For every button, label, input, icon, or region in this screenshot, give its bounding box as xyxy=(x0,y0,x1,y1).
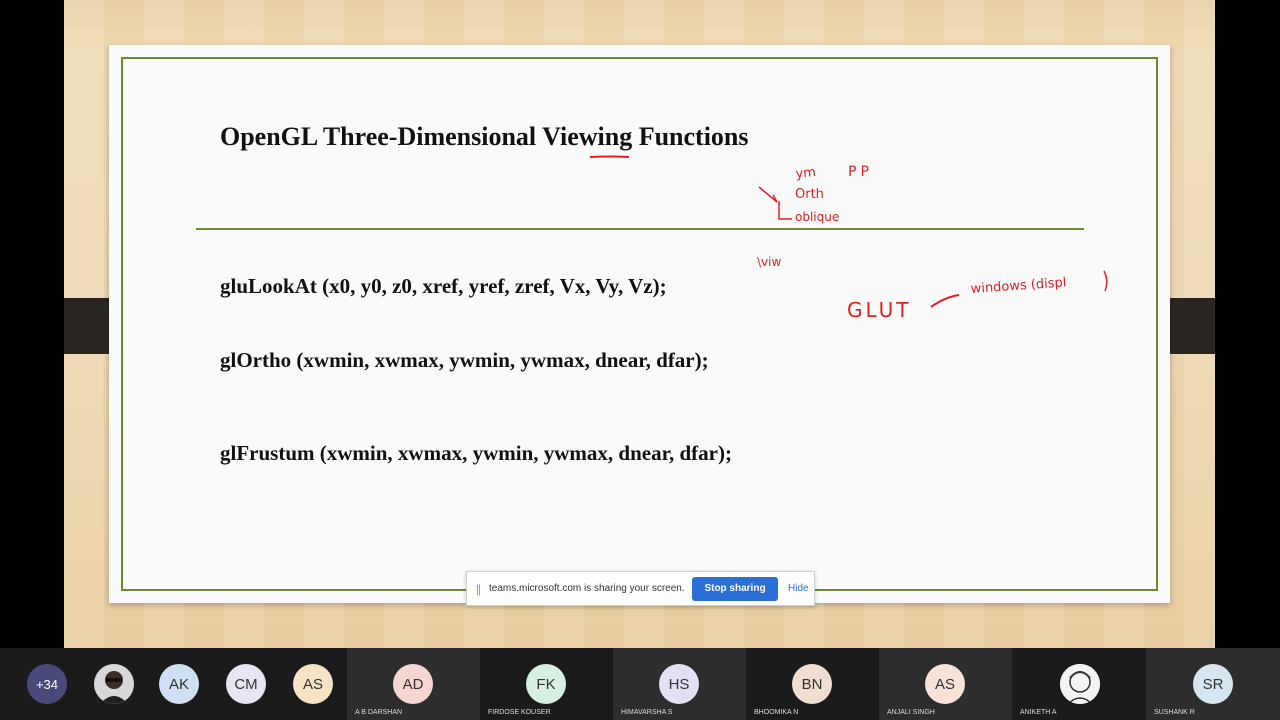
shared-screen: OpenGL Three-Dimensional Viewing Functio… xyxy=(0,0,1280,648)
participant-name: ANJALI SINGH xyxy=(887,709,935,716)
participant-tile-sr[interactable]: SR SUSHANK R xyxy=(1146,648,1280,720)
participant-tile-fk[interactable]: FK FIRDOSE KOUSER xyxy=(480,648,613,720)
participant-tile-bn[interactable]: BN BHOOMIKA N xyxy=(746,648,879,720)
presentation-slide: OpenGL Three-Dimensional Viewing Functio… xyxy=(109,45,1170,603)
avatar-sr: SR xyxy=(1193,664,1233,704)
avatar-cm: CM xyxy=(226,664,266,704)
participant-name: HIMAVARSHA S xyxy=(621,709,673,716)
code-line-glortho: glOrtho (xwmin, xwmax, ywmin, ywmax, dne… xyxy=(220,348,709,372)
participant-name: ANIKETH A xyxy=(1020,709,1057,716)
participant-tile-cm[interactable]: CM xyxy=(214,648,278,720)
sharing-message: teams.microsoft.com is sharing your scre… xyxy=(489,583,685,594)
participant-name: FIRDOSE KOUSER xyxy=(488,709,551,716)
avatar-as: AS xyxy=(925,664,965,704)
screen-sharing-bar: || teams.microsoft.com is sharing your s… xyxy=(466,571,815,606)
avatar-photo-icon xyxy=(94,664,134,704)
stop-sharing-button[interactable]: Stop sharing xyxy=(692,576,778,601)
avatar-hs: HS xyxy=(659,664,699,704)
participant-tile-photo-1[interactable] xyxy=(94,648,134,720)
title-divider xyxy=(196,228,1084,230)
avatar-photo-icon xyxy=(1060,664,1100,704)
participant-name: A B DARSHAN xyxy=(355,709,403,716)
participant-tile-aa[interactable]: ANIKETH A xyxy=(1012,648,1145,720)
overflow-count-badge[interactable]: +34 xyxy=(27,664,67,704)
avatar-fk: FK xyxy=(526,664,566,704)
participant-strip: +34 AK CM AS AD A B DARSHAN FK FIRDOSE K… xyxy=(0,648,1280,720)
hide-button[interactable]: Hide xyxy=(788,583,809,594)
participant-name: BHOOMIKA N xyxy=(754,709,799,716)
slide-title: OpenGL Three-Dimensional Viewing Functio… xyxy=(220,122,749,151)
avatar-as: AS xyxy=(293,664,333,704)
avatar-bn: BN xyxy=(792,664,832,704)
avatar-ad: AD xyxy=(393,664,433,704)
participant-tile-as-2[interactable]: AS ANJALI SINGH xyxy=(879,648,1012,720)
participant-tile-hs[interactable]: HS HIMAVARSHA S xyxy=(613,648,746,720)
code-line-glfrustum: glFrustum (xwmin, xwmax, ywmin, ywmax, d… xyxy=(220,441,732,465)
participant-tile-ad[interactable]: AD A B DARSHAN xyxy=(347,648,480,720)
avatar-ak: AK xyxy=(159,664,199,704)
participant-tile-as-1[interactable]: AS xyxy=(281,648,345,720)
participant-tile-ak[interactable]: AK xyxy=(147,648,211,720)
participant-overflow[interactable]: +34 xyxy=(0,648,94,720)
participant-name: SUSHANK R xyxy=(1154,709,1195,716)
drag-handle-icon[interactable]: || xyxy=(467,582,489,596)
code-line-glulookat: gluLookAt (x0, y0, z0, xref, yref, zref,… xyxy=(220,274,667,298)
